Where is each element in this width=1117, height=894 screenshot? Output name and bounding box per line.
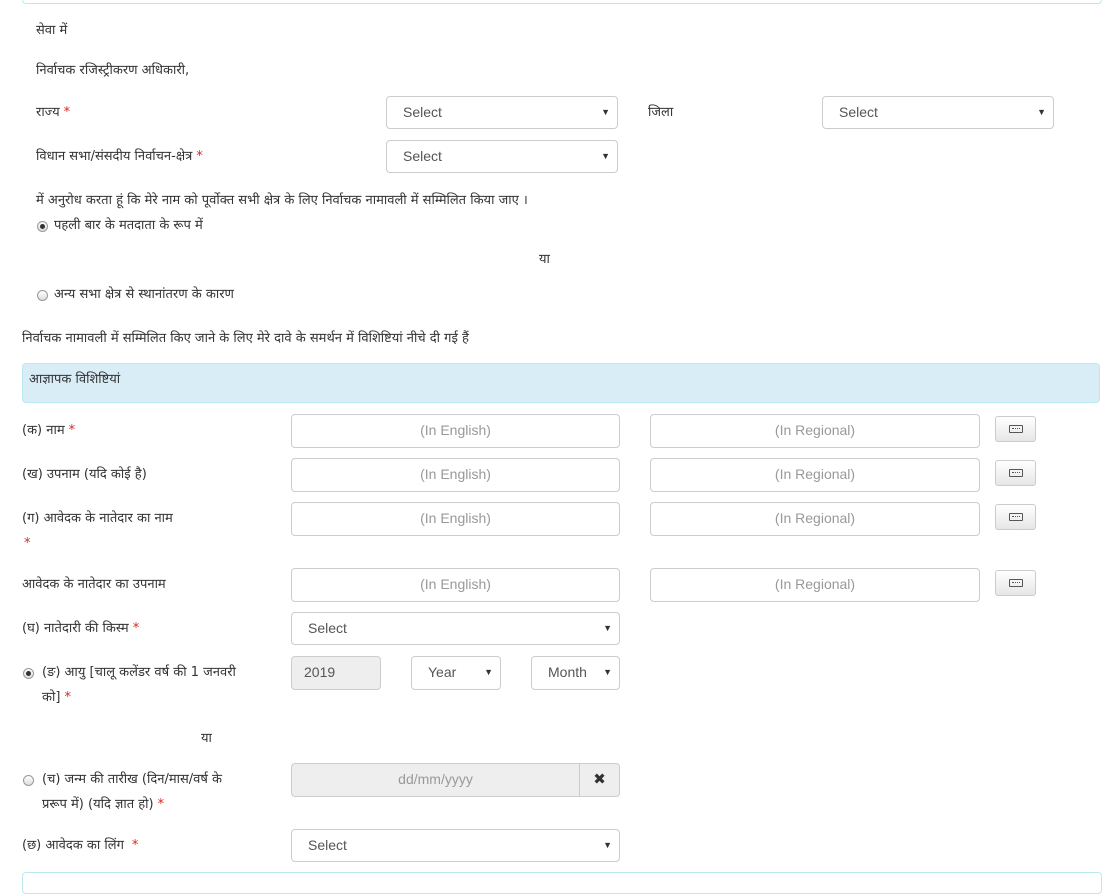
surname-label: (ख) उपनाम (यदि कोई है): [22, 467, 147, 482]
panel-title: आज्ञापक विशिष्टियां: [29, 372, 121, 387]
age-reference-year: 2019: [291, 656, 381, 690]
age-months-select[interactable]: Month ▼: [531, 656, 620, 690]
required-mark: *: [63, 105, 71, 120]
mandatory-details-panel: आज्ञापक विशिष्टियां: [22, 363, 1100, 403]
first-time-voter-radio[interactable]: [37, 221, 48, 232]
request-text: में अनुरोध करता हूं कि मेरे नाम को पूर्व…: [36, 193, 528, 208]
or-text: या: [539, 252, 550, 267]
claim-text: निर्वाचक नामावली में सम्मिलित किए जाने क…: [22, 331, 469, 346]
relative-surname-label: आवेदक के नातेदार का उपनाम: [22, 577, 166, 592]
relative-surname-english-input[interactable]: (In English): [291, 568, 620, 602]
transfer-radio[interactable]: [37, 290, 48, 301]
age-label-line1: (ङ) आयु [चालू कलेंडर वर्ष की 1 जनवरी: [42, 665, 236, 680]
chevron-down-icon: ▼: [603, 623, 612, 633]
dob-radio[interactable]: [23, 775, 34, 786]
or-text: या: [201, 731, 212, 746]
name-english-input[interactable]: (In English): [291, 414, 620, 448]
age-radio[interactable]: [23, 668, 34, 679]
next-panel-edge: [22, 872, 1102, 894]
district-select[interactable]: Select ▼: [822, 96, 1054, 129]
relative-name-english-input[interactable]: (In English): [291, 502, 620, 536]
district-label: जिला: [648, 105, 674, 120]
dob-input[interactable]: dd/mm/yyyy: [291, 763, 580, 797]
required-mark: *: [24, 536, 31, 551]
chevron-down-icon: ▼: [484, 667, 493, 677]
age-label-line2: को] *: [42, 690, 71, 705]
relative-name-regional-input[interactable]: (In Regional): [650, 502, 980, 536]
chevron-down-icon: ▼: [603, 840, 612, 850]
gender-label: (छ) आवेदक का लिंग *: [22, 838, 139, 853]
keyboard-icon: [1009, 513, 1023, 521]
name-regional-input[interactable]: (In Regional): [650, 414, 980, 448]
required-mark: *: [132, 621, 140, 636]
chevron-down-icon: ▼: [603, 667, 612, 677]
state-label: राज्य *: [36, 105, 71, 120]
keyboard-icon: [1009, 425, 1023, 433]
relation-type-label: (घ) नातेदारी की किस्म *: [22, 621, 140, 636]
chevron-down-icon: ▼: [601, 151, 610, 161]
previous-panel-edge: [22, 0, 1102, 4]
surname-keyboard-button[interactable]: [995, 460, 1036, 486]
surname-english-input[interactable]: (In English): [291, 458, 620, 492]
constituency-select[interactable]: Select ▼: [386, 140, 618, 173]
relative-name-label: (ग) आवेदक के नातेदार का नाम: [22, 511, 173, 526]
keyboard-icon: [1009, 469, 1023, 477]
required-mark: *: [131, 838, 139, 853]
required-mark: *: [157, 797, 165, 812]
officer-text: निर्वाचक रजिस्ट्रीकरण अधिकारी,: [36, 63, 190, 78]
surname-regional-input[interactable]: (In Regional): [650, 458, 980, 492]
close-icon: ✖: [593, 770, 606, 788]
relation-type-select[interactable]: Select ▼: [291, 612, 620, 645]
dob-clear-button[interactable]: ✖: [580, 763, 620, 797]
required-mark: *: [196, 149, 203, 164]
state-select[interactable]: Select ▼: [386, 96, 618, 129]
first-time-voter-label: पहली बार के मतदाता के रूप में: [54, 218, 203, 233]
required-mark: *: [68, 423, 76, 438]
dob-label-line1: (च) जन्म की तारीख (दिन/मास/वर्ष के: [42, 772, 223, 787]
dob-label-line2: प्ररूप में) (यदि ज्ञात हो) *: [42, 797, 165, 812]
constituency-label: विधान सभा/संसदीय निर्वाचन-क्षेत्र *: [36, 149, 203, 164]
transfer-label: अन्य सभा क्षेत्र से स्थानांतरण के कारण: [54, 287, 234, 302]
name-label: (क) नाम *: [22, 423, 76, 438]
gender-select[interactable]: Select ▼: [291, 829, 620, 862]
age-years-select[interactable]: Year ▼: [411, 656, 501, 690]
relative-surname-keyboard-button[interactable]: [995, 570, 1036, 596]
relative-surname-regional-input[interactable]: (In Regional): [650, 568, 980, 602]
salutation-text: सेवा में: [36, 23, 68, 38]
relative-name-keyboard-button[interactable]: [995, 504, 1036, 530]
chevron-down-icon: ▼: [1037, 107, 1046, 117]
keyboard-icon: [1009, 579, 1023, 587]
name-keyboard-button[interactable]: [995, 416, 1036, 442]
chevron-down-icon: ▼: [601, 107, 610, 117]
required-mark: *: [64, 690, 71, 705]
